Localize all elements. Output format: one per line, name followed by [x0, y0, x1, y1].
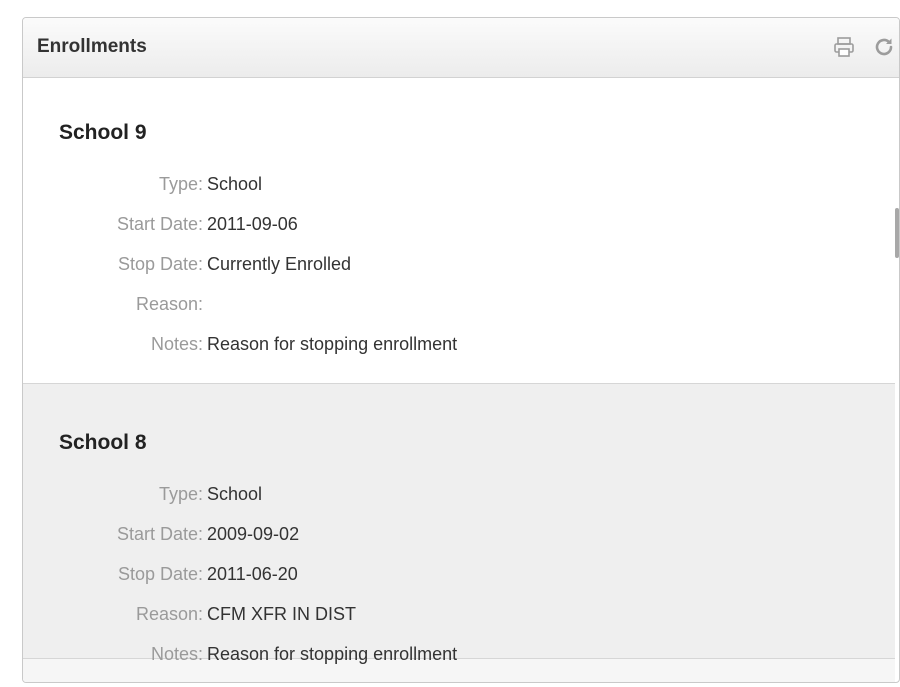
field-start-date: Start Date: 2011-09-06 — [23, 204, 723, 244]
enrollment-item: School 8 Type: School Start Date: 2009-0… — [23, 384, 895, 664]
field-start-date: Start Date: 2009-09-02 — [23, 514, 723, 554]
header-icons — [831, 34, 897, 60]
field-type: Type: School — [23, 474, 723, 514]
field-notes: Notes: Reason for stopping enrollment — [23, 634, 723, 674]
field-label: Stop Date: — [117, 563, 203, 584]
field-label: Type: — [158, 173, 203, 194]
field-value: 2011-06-20 — [207, 563, 298, 584]
field-value: Currently Enrolled — [207, 253, 352, 274]
field-type: Type: School — [23, 164, 723, 204]
field-value: 2009-09-02 — [207, 523, 300, 544]
field-value: Reason for stopping enrollment — [207, 643, 458, 664]
field-value: School — [207, 483, 263, 504]
field-label: Notes: — [150, 333, 203, 354]
enrollment-fields: Type: School Start Date: 2009-09-02 Stop… — [23, 474, 723, 674]
field-label: Start Date: — [116, 523, 203, 544]
print-icon[interactable] — [831, 34, 857, 60]
enrollments-panel: Enrollments School 9 Type: School Start … — [22, 17, 900, 683]
field-label: Stop Date: — [117, 253, 203, 274]
field-reason: Reason: — [23, 284, 723, 324]
enrollment-fields: Type: School Start Date: 2011-09-06 Stop… — [23, 164, 723, 364]
enrollment-item: School 9 Type: School Start Date: 2011-0… — [23, 78, 895, 384]
school-name: School 8 — [59, 431, 147, 454]
panel-title: Enrollments — [37, 36, 147, 57]
field-label: Reason: — [135, 293, 203, 314]
field-notes: Notes: Reason for stopping enrollment — [23, 324, 723, 364]
field-stop-date: Stop Date: 2011-06-20 — [23, 554, 723, 594]
field-value: School — [207, 173, 263, 194]
enrollments-list[interactable]: School 9 Type: School Start Date: 2011-0… — [23, 78, 899, 682]
field-value: Reason for stopping enrollment — [207, 333, 458, 354]
field-label: Notes: — [150, 643, 203, 664]
field-stop-date: Stop Date: Currently Enrolled — [23, 244, 723, 284]
panel-header: Enrollments — [23, 18, 899, 78]
field-value: CFM XFR IN DIST — [207, 603, 356, 624]
refresh-icon[interactable] — [871, 34, 897, 60]
school-name: School 9 — [59, 121, 147, 144]
field-label: Type: — [158, 483, 203, 504]
field-label: Start Date: — [116, 213, 203, 234]
scrollbar-thumb[interactable] — [895, 208, 899, 258]
scrollbar[interactable] — [895, 78, 899, 682]
field-label: Reason: — [135, 603, 203, 624]
field-value: 2011-09-06 — [207, 213, 298, 234]
field-reason: Reason: CFM XFR IN DIST — [23, 594, 723, 634]
